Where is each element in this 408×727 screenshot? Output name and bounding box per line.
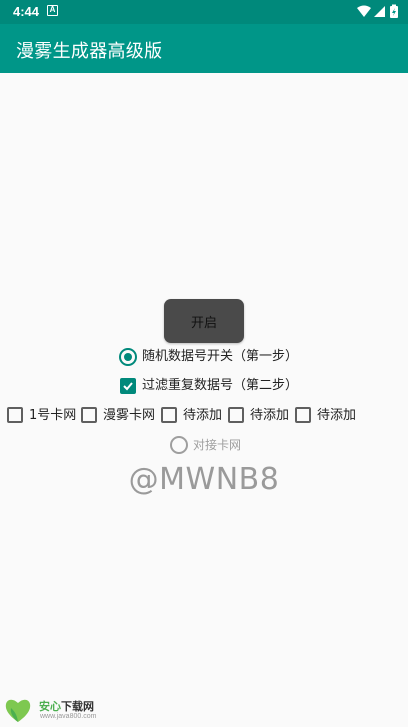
channel-label-5[interactable]: 待添加: [317, 408, 356, 424]
download-site-title-green: 安心: [39, 700, 61, 713]
channel-checkbox-1[interactable]: [7, 407, 23, 423]
dock-radio[interactable]: [170, 436, 188, 454]
channel-label-4[interactable]: 待添加: [250, 408, 289, 424]
download-site-title-dark: 下载网: [61, 700, 94, 713]
random-number-label[interactable]: 随机数据号开关（第一步）: [142, 349, 298, 365]
app-title: 漫雾生成器高级版: [16, 41, 163, 62]
channel-label-2[interactable]: 漫雾卡网: [103, 408, 155, 424]
dock-label[interactable]: 对接卡网: [193, 437, 241, 453]
channel-checkbox-3[interactable]: [161, 407, 177, 423]
filter-duplicates-checkbox[interactable]: [120, 378, 136, 394]
download-site-logo-icon: [5, 699, 31, 722]
notification-icon: A: [47, 5, 58, 16]
author-handle: @MWNB8: [128, 462, 280, 497]
channel-checkbox-5[interactable]: [295, 407, 311, 423]
app-bar: 漫雾生成器高级版: [0, 24, 408, 73]
status-icons: [356, 4, 400, 20]
channel-label-1[interactable]: 1号卡网: [29, 408, 76, 424]
channel-checkbox-2[interactable]: [81, 407, 97, 423]
filter-duplicates-label[interactable]: 过滤重复数据号（第二步）: [142, 378, 298, 394]
random-number-radio[interactable]: [119, 348, 137, 366]
download-site-url: www.java800.com: [40, 713, 97, 720]
status-bar: 4:44 A: [0, 0, 408, 24]
channel-checkbox-4[interactable]: [228, 407, 244, 423]
radio-selected-dot: [124, 353, 132, 361]
checkmark-icon: [123, 382, 133, 391]
signal-icon: [374, 6, 385, 17]
wifi-icon: [357, 5, 371, 17]
battery-charging-icon: [390, 4, 398, 18]
start-button[interactable]: 开启: [164, 299, 244, 343]
download-site-title: 安心下载网: [39, 698, 94, 714]
status-time: 4:44: [13, 4, 40, 19]
channel-label-3[interactable]: 待添加: [183, 408, 222, 424]
